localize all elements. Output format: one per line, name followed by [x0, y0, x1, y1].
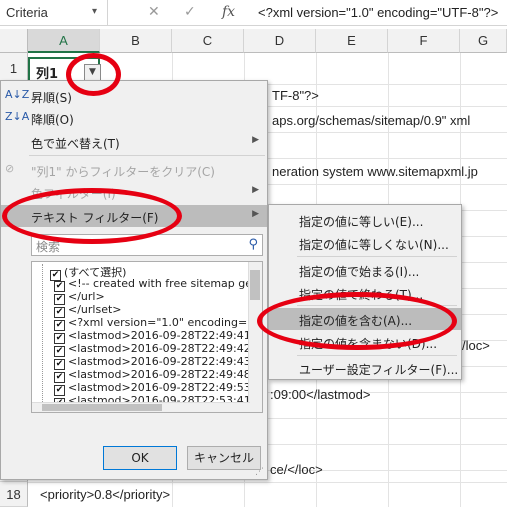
list-item-label: <?xml version="1.0" encoding="UT: [68, 316, 263, 329]
list-item-label: </url>: [68, 290, 105, 303]
submenu-item-label: 指定の値に等しくない(N)...: [299, 238, 449, 252]
list-item-select-all[interactable]: ✔ (すべて選択): [50, 264, 126, 281]
filter-dropdown-button[interactable]: ▼: [84, 64, 101, 81]
list-vertical-scrollbar[interactable]: [248, 262, 262, 412]
gridline: [28, 482, 507, 483]
column-header-f[interactable]: F: [388, 29, 460, 53]
column-header-a[interactable]: A: [28, 29, 100, 53]
column-header-g[interactable]: G: [460, 29, 507, 53]
scrollbar-thumb[interactable]: [42, 404, 162, 411]
cell-d5[interactable]: neration system www.sitemapxml.jp: [272, 164, 478, 179]
menu-item-sort-descending[interactable]: Z↓A 降順(O): [1, 107, 267, 129]
list-item-label: <lastmod>2016-09-28T22:49:48+0: [68, 368, 263, 381]
submenu-item-custom-filter[interactable]: ユーザー設定フィルター(F)...: [269, 357, 461, 379]
list-item[interactable]: ✔ <?xml version="1.0" encoding="UT: [54, 316, 263, 331]
column-header-c[interactable]: C: [172, 29, 244, 53]
list-item[interactable]: ✔ <lastmod>2016-09-28T22:49:43+0: [54, 355, 263, 370]
sort-descending-icon: Z↓A: [5, 110, 30, 123]
column-header-d[interactable]: D: [244, 29, 316, 53]
select-all-corner[interactable]: [0, 29, 28, 53]
chevron-down-icon[interactable]: ▾: [92, 6, 97, 17]
formula-bar: Criteria ▾ ✕ ✓ fx <?xml version="1.0" en…: [0, 0, 507, 26]
enter-entry-icon[interactable]: ✓: [184, 4, 196, 20]
submenu-item-equals[interactable]: 指定の値に等しい(E)...: [269, 209, 461, 231]
cell-d14[interactable]: :09:00</lastmod>: [270, 387, 370, 402]
submenu-item-label: 指定の値に等しい(E)...: [299, 215, 424, 229]
name-box-value: Criteria: [6, 5, 48, 20]
menu-item-label: 昇順(S): [31, 91, 72, 105]
menu-separator: [297, 256, 457, 257]
list-item[interactable]: ✔ <lastmod>2016-09-28T22:49:53+0: [54, 381, 263, 396]
clear-filter-icon: ⊘: [5, 162, 15, 175]
sort-ascending-icon: A↓Z: [5, 88, 30, 101]
submenu-item-contains[interactable]: 指定の値を含む(A)...: [269, 308, 461, 330]
list-item[interactable]: ✔ </url>: [54, 290, 105, 305]
filter-search-input[interactable]: 検索 ⚲: [31, 234, 263, 256]
cell-a18[interactable]: <priority>0.8</priority>: [40, 487, 170, 502]
formula-bar-buttons: ✕ ✓ fx: [126, 0, 251, 26]
filter-dropdown-icon: ▼: [89, 67, 96, 77]
formula-input[interactable]: <?xml version="1.0" encoding="UTF-8"?>: [258, 5, 498, 20]
submenu-arrow-icon: ▶: [252, 209, 259, 219]
autofilter-menu: A↓Z 昇順(S) Z↓A 降順(O) 色で並べ替え(T) ▶ ⊘ "列1" か…: [0, 80, 268, 480]
text-filter-submenu: 指定の値に等しい(E)... 指定の値に等しくない(N)... 指定の値で始まる…: [268, 204, 462, 380]
menu-item-text-filter[interactable]: テキスト フィルター(F) ▶: [1, 205, 267, 227]
submenu-item-label: 指定の値で始まる(I)...: [299, 265, 420, 279]
list-item-label: </urlset>: [68, 303, 122, 316]
submenu-item-label: 指定の値を含む(A)...: [299, 314, 413, 328]
menu-item-label: テキスト フィルター(F): [31, 211, 159, 225]
cell-d3[interactable]: aps.org/schemas/sitemap/0.9" xml: [272, 113, 470, 128]
ok-button[interactable]: OK: [103, 446, 177, 470]
list-item-label: <lastmod>2016-09-28T22:49:53+0: [68, 381, 263, 394]
menu-item-label: 降順(O): [31, 113, 74, 127]
insert-function-icon[interactable]: fx: [222, 4, 235, 20]
cell-d17[interactable]: ce/</loc>: [270, 462, 323, 477]
search-placeholder: 検索: [36, 240, 61, 254]
cell-d2[interactable]: TF-8"?>: [272, 88, 319, 103]
column-header-e[interactable]: E: [316, 29, 388, 53]
name-box[interactable]: Criteria ▾: [0, 0, 108, 26]
menu-item-color-filter: 色フィルター(I) ▶: [1, 181, 267, 203]
menu-separator: [297, 305, 457, 306]
submenu-item-begins-with[interactable]: 指定の値で始まる(I)...: [269, 259, 461, 281]
list-item[interactable]: ✔ <lastmod>2016-09-28T22:49:41+0: [54, 329, 263, 344]
submenu-item-does-not-contain[interactable]: 指定の値を含まない(D)...: [269, 331, 461, 353]
tree-connector: [42, 264, 43, 412]
submenu-item-label: ユーザー設定フィルター(F)...: [299, 363, 459, 377]
submenu-arrow-icon: ▶: [252, 185, 259, 195]
list-item-label: <lastmod>2016-09-28T22:49:42+0: [68, 342, 263, 355]
menu-separator: [297, 355, 457, 356]
filter-value-list: ✔ (すべて選択) ✔ <!-- created with free sitemap…: [31, 261, 263, 413]
cancel-button[interactable]: キャンセル: [187, 446, 261, 470]
submenu-arrow-icon: ▶: [252, 135, 259, 145]
list-item-label: <!-- created with free sitemap ge: [68, 277, 253, 290]
column-header-b[interactable]: B: [100, 29, 172, 53]
menu-item-label: 色フィルター(I): [31, 187, 116, 201]
submenu-item-label: 指定の値を含まない(D)...: [299, 337, 438, 351]
menu-item-clear-filter: ⊘ "列1" からフィルターをクリア(C): [1, 159, 267, 181]
menu-item-sort-ascending[interactable]: A↓Z 昇順(S): [1, 85, 267, 107]
submenu-item-not-equals[interactable]: 指定の値に等しくない(N)...: [269, 232, 461, 254]
cancel-entry-icon[interactable]: ✕: [148, 4, 160, 20]
resize-grip-icon[interactable]: ⋰: [255, 467, 264, 477]
menu-item-sort-by-color[interactable]: 色で並べ替え(T) ▶: [1, 131, 267, 153]
list-item[interactable]: ✔ <lastmod>2016-09-28T22:49:48+0: [54, 368, 263, 383]
list-item-label: <lastmod>2016-09-28T22:49:41+0: [68, 329, 263, 342]
submenu-item-label: 指定の値で終わる(T)...: [299, 288, 424, 302]
row-header-18[interactable]: 18: [0, 482, 28, 507]
search-icon[interactable]: ⚲: [248, 237, 258, 252]
list-horizontal-scrollbar[interactable]: [32, 402, 250, 412]
list-item[interactable]: ✔ <lastmod>2016-09-28T22:49:42+0: [54, 342, 263, 357]
menu-separator: [29, 155, 265, 156]
cell-e12[interactable]: /loc>: [462, 338, 490, 353]
list-item[interactable]: ✔ <!-- created with free sitemap ge: [54, 277, 253, 292]
scrollbar-thumb[interactable]: [250, 270, 260, 300]
list-item-label: <lastmod>2016-09-28T22:49:43+0: [68, 355, 263, 368]
menu-item-label: 色で並べ替え(T): [31, 137, 120, 151]
list-item[interactable]: ✔ </urlset>: [54, 303, 122, 318]
menu-item-label: "列1" からフィルターをクリア(C): [31, 165, 215, 179]
submenu-item-ends-with[interactable]: 指定の値で終わる(T)...: [269, 282, 461, 304]
